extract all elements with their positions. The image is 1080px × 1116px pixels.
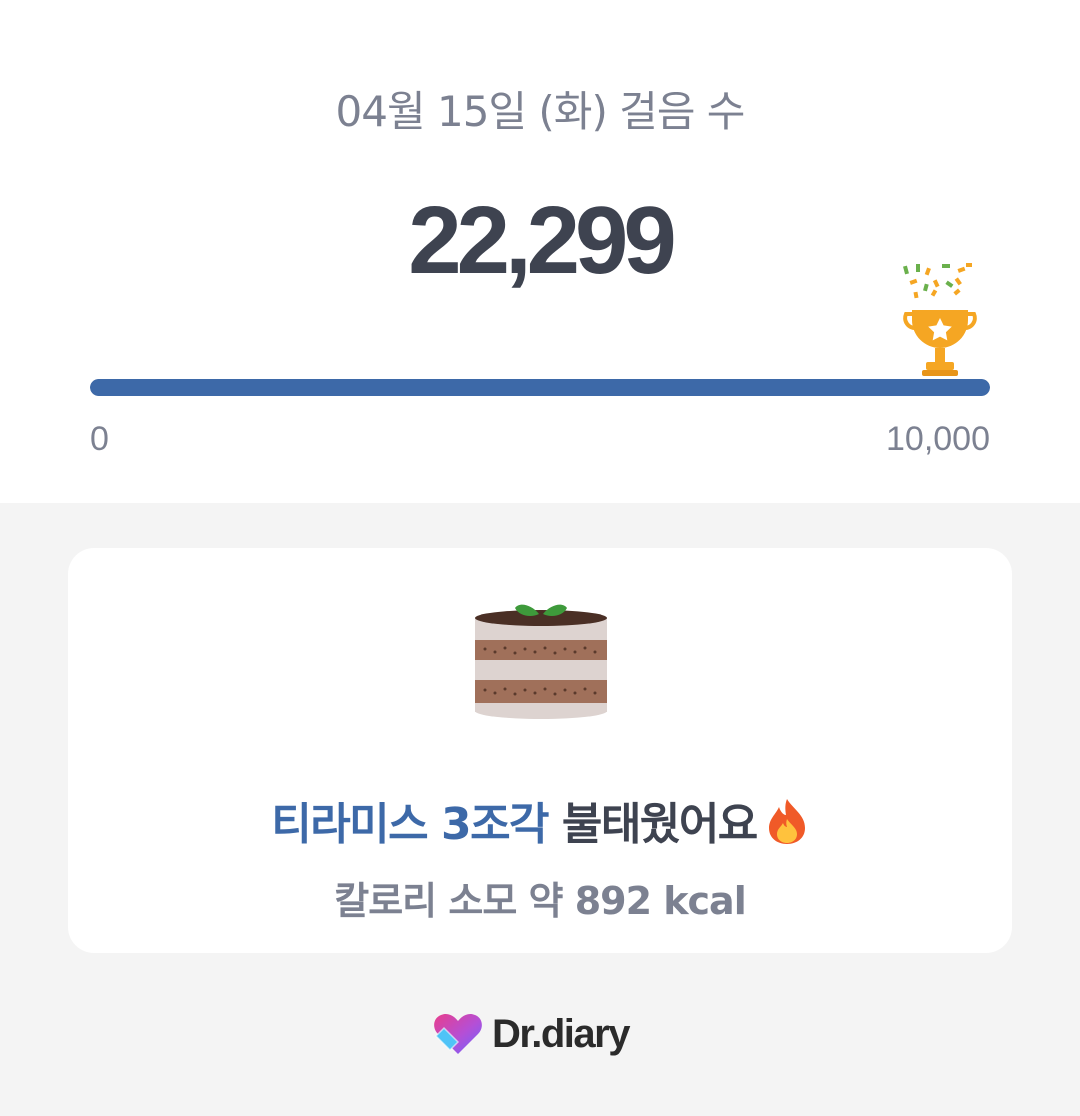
brand-logo: Dr.diary [432, 1010, 630, 1058]
confetti-icon [903, 263, 972, 299]
calorie-result-card: 티라미스 3조각 불태웠어요 칼로리 소모 약 892 kcal [68, 548, 1012, 953]
tiramisu-cake-icon [475, 604, 607, 719]
date-title: 04월 15일 (화) 걸음 수 [335, 87, 746, 136]
brand-name: Dr.diary [492, 1011, 630, 1056]
step-progress-fill [90, 379, 990, 396]
calorie-headline: 티라미스 3조각 불태웠어요 [68, 788, 1012, 852]
heart-logo-icon [434, 1013, 482, 1054]
food-equivalent: 티라미스 3조각 [271, 799, 549, 850]
step-summary-section: 04월 15일 (화) 걸음 수 22,299 0 10,000 [0, 0, 1080, 503]
progress-max-label: 10,000 [886, 420, 990, 458]
trophy-icon [903, 263, 977, 376]
calorie-subline: 칼로리 소모 약 892 kcal [334, 879, 746, 923]
fire-icon [768, 799, 805, 844]
progress-min-label: 0 [90, 420, 109, 458]
headline-rest: 불태웠어요 [561, 799, 758, 850]
step-progress-bar [90, 379, 990, 396]
